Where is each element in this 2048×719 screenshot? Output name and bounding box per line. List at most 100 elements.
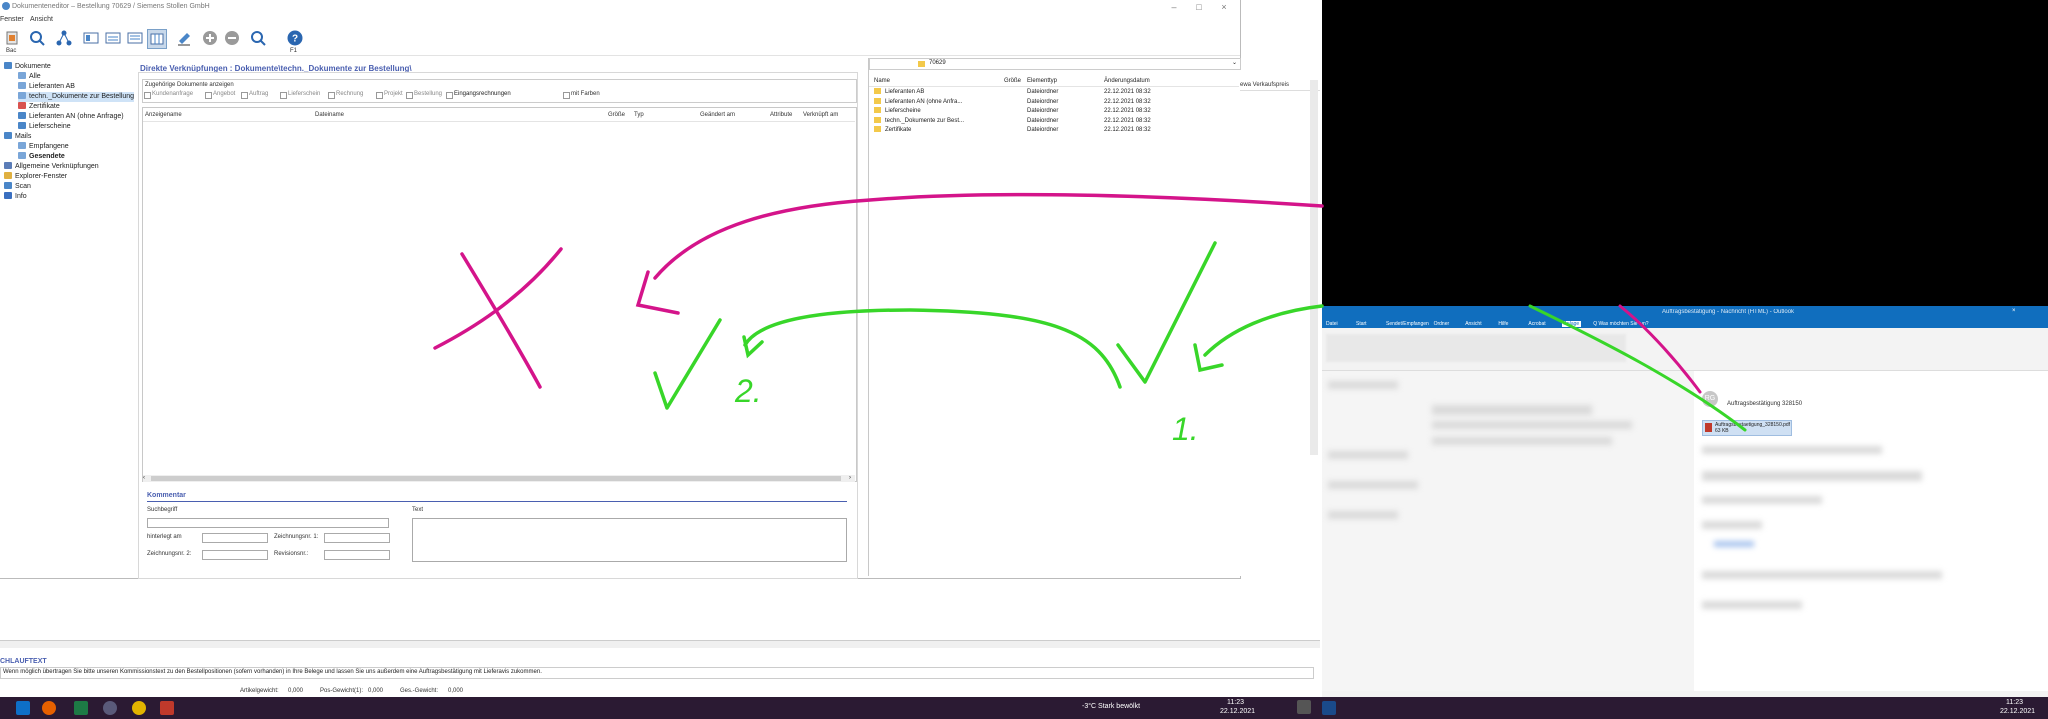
bg-vertical-scrollbar[interactable]	[1310, 80, 1318, 455]
outlook-ribbon-tab[interactable]: Acrobat	[1528, 321, 1545, 327]
scroll-right-icon[interactable]: ›	[849, 475, 851, 482]
tree-item[interactable]: Lieferanten AN (ohne Anfrage)	[18, 112, 124, 122]
filter-checkbox[interactable]	[406, 92, 413, 99]
ribbon-buttons[interactable]	[1326, 334, 1626, 362]
close-button[interactable]: ×	[1215, 1, 1233, 13]
filter-checkbox[interactable]	[376, 92, 383, 99]
scan-icon[interactable]	[175, 29, 193, 47]
tree-item[interactable]: Explorer-Fenster	[4, 172, 67, 182]
search-term-input[interactable]	[147, 518, 389, 528]
firefox-taskbar-icon[interactable]	[42, 701, 56, 715]
drawing1-input[interactable]	[324, 533, 390, 543]
explorer-row[interactable]: Lieferanten AB	[874, 88, 924, 96]
outlook-ribbon-tab[interactable]: Sendet/Empfangen	[1386, 321, 1429, 327]
outlook-ribbon-tab[interactable]: Ansicht	[1465, 321, 1481, 327]
view-icon-4-active[interactable]	[147, 29, 167, 49]
filter-checkbox[interactable]	[328, 92, 335, 99]
tree-item[interactable]: Alle	[18, 72, 41, 82]
outlook-ribbon-tab[interactable]: Ordner	[1434, 321, 1450, 327]
weather-text[interactable]: -3°C Stark bewölkt	[1082, 703, 1140, 710]
outlook-ribbon-tab[interactable]: Anlage	[1561, 321, 1582, 327]
table-column-header[interactable]: Geändert am	[700, 112, 735, 118]
tree-item-icon	[4, 172, 12, 179]
comment-text-area[interactable]	[412, 518, 847, 562]
back-icon[interactable]	[4, 29, 22, 47]
menu-fenster[interactable]: Fenster	[0, 16, 24, 23]
magnifier-icon[interactable]	[249, 29, 267, 47]
explorer-row[interactable]: Lieferanten AN (ohne Anfra...	[874, 97, 962, 106]
scroll-thumb[interactable]	[151, 476, 841, 481]
notification-icon[interactable]	[1297, 700, 1311, 714]
outlook-close-icon[interactable]: ×	[2012, 308, 2016, 314]
tree-item-label: Mails	[15, 133, 32, 140]
tree-item[interactable]: Gesendete	[18, 152, 65, 162]
with-colors-checkbox[interactable]	[563, 92, 570, 99]
search-doc-icon[interactable]	[28, 29, 46, 47]
status-label: Pos-Gewicht(1):	[320, 688, 364, 694]
address-bar[interactable]: 70629 ⌄	[869, 58, 1241, 70]
message-list	[1322, 371, 1694, 691]
explorer-row[interactable]: techn._Dokumente zur Best...	[874, 116, 964, 125]
tree-item[interactable]: Lieferanten AB	[18, 82, 75, 92]
outlook-ribbon-tab[interactable]: Datei	[1326, 321, 1338, 327]
explorer-column-header[interactable]: Elementtyp	[1027, 77, 1057, 85]
scroll-left-icon[interactable]: ‹	[143, 475, 145, 482]
horizontal-scrollbar[interactable]: ‹ ›	[143, 475, 855, 482]
tree-item[interactable]: techn._Dokumente zur Bestellung	[18, 92, 135, 102]
menu-ansicht[interactable]: Ansicht	[30, 16, 53, 23]
outlook-ribbon-tab[interactable]: Hilfe	[1498, 321, 1508, 327]
filter-checkbox[interactable]	[280, 92, 287, 99]
outlook-ribbon-tab[interactable]: Start	[1356, 321, 1367, 327]
chevron-down-icon[interactable]: ⌄	[1232, 59, 1237, 66]
filed-on-input[interactable]	[202, 533, 268, 543]
table-column-header[interactable]: Attribute	[770, 112, 792, 118]
add-icon[interactable]	[201, 29, 219, 47]
document-editor-window: Dokumenteneditor – Bestellung 70629 / Si…	[0, 0, 1241, 579]
filter-checkbox[interactable]	[446, 92, 453, 99]
explorer-column-header[interactable]: Name	[874, 77, 890, 85]
tree-item[interactable]: Dokumente	[4, 62, 51, 72]
bottom-scrollbar[interactable]	[0, 641, 1320, 648]
tree-item[interactable]: Zertifikate	[18, 102, 60, 112]
explorer-row[interactable]: Lieferscheine	[874, 107, 921, 115]
link-icon[interactable]	[55, 29, 73, 47]
outlook-ribbon-tab[interactable]: Q Was möchten Sie tun?	[1593, 321, 1648, 327]
tree-item[interactable]: Lieferscheine	[18, 122, 71, 132]
filter-checkbox[interactable]	[241, 92, 248, 99]
chrome-taskbar-icon[interactable]	[132, 701, 146, 715]
tree-item[interactable]: Scan	[4, 182, 31, 192]
sender-avatar: RG	[1702, 391, 1718, 407]
filter-checkbox[interactable]	[205, 92, 212, 99]
start-icon-2[interactable]	[1322, 701, 1336, 715]
pdf-taskbar-icon[interactable]	[160, 701, 174, 715]
tree-item[interactable]: Allgemeine Verknüpfungen	[4, 162, 99, 172]
filter-checkbox[interactable]	[144, 92, 151, 99]
status-value: 0,000	[288, 688, 304, 694]
table-column-header[interactable]: Größe	[608, 112, 625, 118]
remove-icon[interactable]	[223, 29, 241, 47]
excel-taskbar-icon[interactable]	[74, 701, 88, 715]
app-taskbar-icon[interactable]	[103, 701, 117, 715]
tree-item[interactable]: Info	[4, 192, 27, 202]
maximize-button[interactable]: □	[1190, 1, 1208, 13]
tree-item[interactable]: Empfangene	[18, 142, 69, 152]
attachment-chip[interactable]: Auftragsbestaetigung_328150.pdf 63 KB	[1702, 420, 1792, 436]
outlook-taskbar-icon[interactable]	[16, 701, 30, 715]
drawing2-input[interactable]	[202, 550, 268, 560]
revision-input[interactable]	[324, 550, 390, 560]
explorer-row[interactable]: Zertifikate	[874, 126, 911, 134]
notes-field[interactable]: Wenn möglich übertragen Sie bitte unsere…	[0, 667, 1314, 679]
table-column-header[interactable]: Dateiname	[315, 112, 344, 118]
table-column-header[interactable]: Verknüpft am	[803, 112, 838, 118]
tree-item-icon	[18, 92, 26, 99]
view-icon-2[interactable]	[104, 29, 122, 47]
view-icon-1[interactable]	[82, 29, 100, 47]
minimize-button[interactable]: –	[1165, 1, 1183, 13]
explorer-column-header[interactable]: Änderungsdatum	[1104, 77, 1150, 85]
table-column-header[interactable]: Anzeigename	[145, 112, 182, 118]
table-column-header[interactable]: Typ	[634, 112, 644, 118]
explorer-column-header[interactable]: Größe	[1004, 77, 1021, 85]
view-icon-3[interactable]	[126, 29, 144, 47]
tree-item[interactable]: Mails	[4, 132, 31, 142]
help-icon[interactable]: ?	[286, 29, 304, 47]
